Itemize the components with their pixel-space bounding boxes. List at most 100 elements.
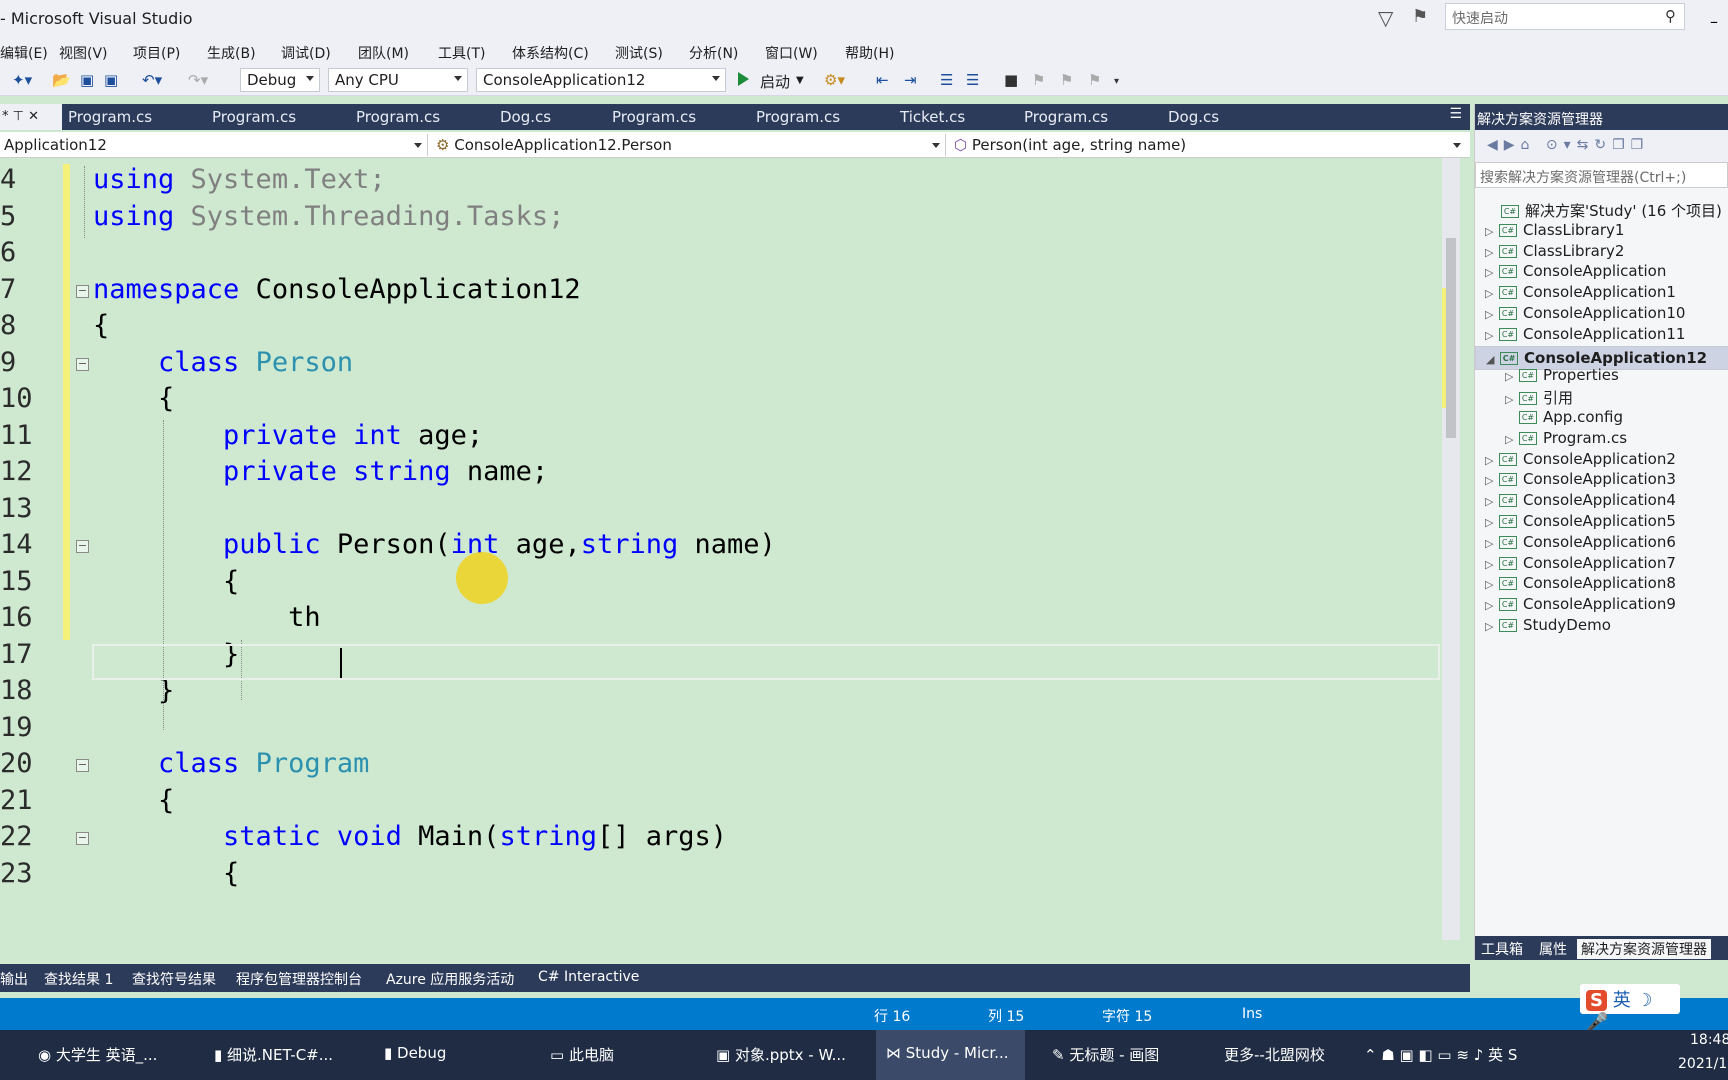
code-line[interactable]: namespace ConsoleApplication12 — [93, 274, 581, 305]
save-all-icon[interactable]: ▣ — [104, 71, 118, 89]
quick-launch-input[interactable]: 快速启动 ⚲ — [1445, 3, 1685, 30]
feedback-icon[interactable]: ⚑ — [1412, 6, 1428, 27]
taskbar-folder[interactable]: ▮ 细说.NET-C#... — [214, 1044, 333, 1065]
menu-build[interactable]: 生成(B) — [207, 43, 256, 63]
tree-item[interactable]: ▷ C# Program.cs — [1505, 429, 1627, 447]
chevron-down-icon[interactable]: ▼ — [796, 75, 804, 86]
code-line[interactable]: th — [93, 602, 321, 633]
ime-toolbar[interactable]: S 英 ☽ 🎤 — [1580, 984, 1680, 1033]
clear-bookmarks-icon[interactable]: ⚑ — [1088, 71, 1101, 89]
tab-find-symbol[interactable]: 查找符号结果 — [132, 969, 216, 989]
tree-item[interactable]: ▷ C# ConsoleApplication4 — [1485, 491, 1676, 509]
menu-view[interactable]: 视图(V) — [59, 43, 108, 63]
collapse-icon[interactable]: − — [76, 284, 89, 298]
solution-explorer-toolbar[interactable]: ◀▶⌂ ⊙▾⇆↻❐❐ — [1475, 130, 1728, 162]
prev-bookmark-icon[interactable]: ⚑ — [1032, 71, 1045, 89]
collapse-icon[interactable]: − — [76, 357, 89, 371]
expand-arrow-icon[interactable]: ▷ — [1485, 620, 1499, 633]
tree-item[interactable]: C# 解决方案'Study' (16 个项目) — [1487, 200, 1722, 221]
expand-arrow-icon[interactable]: ▷ — [1505, 393, 1519, 406]
member-dropdown[interactable]: ⬡ Person(int age, string name) — [950, 134, 1466, 156]
tab-azure[interactable]: Azure 应用服务活动 — [386, 969, 514, 989]
open-icon[interactable]: 📂 — [52, 71, 71, 89]
tab-dog-cs[interactable]: Dog.cs — [1168, 108, 1219, 126]
expand-arrow-icon[interactable]: ▷ — [1505, 370, 1519, 383]
config-select[interactable]: Debug — [240, 68, 320, 92]
expand-arrow-icon[interactable]: ◢ — [1486, 353, 1500, 366]
menu-project[interactable]: 项目(P) — [133, 43, 180, 63]
next-bookmark-icon[interactable]: ⚑ — [1060, 71, 1073, 89]
menu-edit[interactable]: 编辑(E) — [0, 43, 48, 63]
scrollbar-thumb[interactable] — [1446, 238, 1456, 438]
indent-icon[interactable]: ☰ — [940, 71, 953, 89]
solution-search-input[interactable]: 搜索解决方案资源管理器(Ctrl+;) — [1475, 162, 1728, 188]
tree-item[interactable]: ▷ C# ConsoleApplication — [1485, 262, 1666, 280]
expand-arrow-icon[interactable]: ▷ — [1485, 599, 1499, 612]
collapse-icon[interactable]: − — [76, 832, 89, 845]
code-line[interactable]: public Person(int age,string name) — [93, 529, 776, 560]
tab-program-cs[interactable]: Program.cs — [356, 108, 440, 126]
expand-arrow-icon[interactable]: ▷ — [1485, 308, 1499, 321]
tree-item[interactable]: ▷ C# ConsoleApplication1 — [1485, 283, 1676, 301]
tab-find-results[interactable]: 查找结果 1 — [44, 969, 113, 989]
code-line[interactable]: using System.Threading.Tasks; — [93, 201, 564, 232]
tree-item[interactable]: ▷ C# Properties — [1505, 366, 1619, 384]
menu-window[interactable]: 窗口(W) — [765, 43, 818, 63]
menu-test[interactable]: 测试(S) — [615, 43, 663, 63]
code-line[interactable]: { — [93, 310, 109, 341]
tab-program-cs[interactable]: Program.cs — [756, 108, 840, 126]
tree-item[interactable]: ▷ C# ConsoleApplication3 — [1485, 470, 1676, 488]
tab-dog-cs[interactable]: Dog.cs — [500, 108, 551, 126]
menu-tools[interactable]: 工具(T) — [438, 43, 485, 63]
tree-item[interactable]: ▷ C# ConsoleApplication6 — [1485, 533, 1676, 551]
search-icon[interactable]: ⚲ — [1665, 7, 1676, 25]
menu-analyze[interactable]: 分析(N) — [689, 43, 738, 63]
expand-arrow-icon[interactable]: ▷ — [1485, 287, 1499, 300]
code-line[interactable]: using System.Text; — [93, 164, 386, 195]
tab-program-cs[interactable]: Program.cs — [68, 108, 152, 126]
expand-arrow-icon[interactable]: ▷ — [1485, 454, 1499, 467]
taskbar-edge[interactable]: ◉ 大学生 英语_... — [38, 1044, 157, 1065]
code-line[interactable]: { — [93, 785, 174, 816]
step-over-icon[interactable]: ⇥ — [904, 71, 917, 89]
start-button[interactable]: 启动 — [760, 71, 790, 92]
tab-toolbox[interactable]: 工具箱 — [1481, 939, 1523, 959]
menu-team[interactable]: 团队(M) — [358, 43, 409, 63]
tree-item[interactable]: ▷ C# ConsoleApplication9 — [1485, 595, 1676, 613]
menu-architecture[interactable]: 体系结构(C) — [512, 43, 589, 63]
tab-package-console[interactable]: 程序包管理器控制台 — [236, 969, 362, 989]
taskbar-pptx[interactable]: ▣ 对象.pptx - W... — [716, 1044, 846, 1065]
tree-item[interactable]: C# App.config — [1505, 408, 1623, 426]
browse-icon[interactable]: ⚙▾ — [824, 71, 845, 89]
tab-program-cs[interactable]: Program.cs — [612, 108, 696, 126]
tray-icons[interactable]: ⌃ ☗ ▣ ◧ ▭ ≋ ♪ 英 S — [1364, 1044, 1517, 1065]
expand-arrow-icon[interactable]: ▷ — [1485, 225, 1499, 238]
startup-project-select[interactable]: ConsoleApplication12 — [476, 68, 726, 92]
code-line[interactable]: { — [93, 383, 174, 414]
tree-item[interactable]: ▷ C# ConsoleApplication7 — [1485, 554, 1676, 572]
code-line[interactable]: static void Main(string[] args) — [93, 821, 727, 852]
code-line[interactable]: private int age; — [93, 420, 483, 451]
code-line[interactable]: private string name; — [93, 456, 548, 487]
menu-debug[interactable]: 调试(D) — [281, 43, 331, 63]
taskbar-debug-folder[interactable]: ▮ Debug — [384, 1044, 446, 1062]
project-dropdown[interactable]: Application12 — [0, 134, 428, 156]
tree-item[interactable]: ▷ C# ConsoleApplication11 — [1485, 325, 1685, 343]
taskbar-more[interactable]: 更多--北盟网校 — [1224, 1044, 1325, 1065]
bookmark-icon[interactable]: ■ — [1004, 71, 1018, 89]
expand-arrow-icon[interactable]: ▷ — [1485, 474, 1499, 487]
tree-item[interactable]: ▷ C# ConsoleApplication10 — [1485, 304, 1685, 322]
code-line[interactable]: class Person — [93, 347, 353, 378]
expand-arrow-icon[interactable]: ▷ — [1485, 537, 1499, 550]
new-project-icon[interactable]: ✦▾ — [12, 71, 32, 89]
tree-item[interactable]: ▷ C# 引用 — [1505, 387, 1573, 408]
expand-arrow-icon[interactable]: ▷ — [1485, 495, 1499, 508]
taskbar-paint[interactable]: ✎ 无标题 - 画图 — [1052, 1044, 1159, 1065]
outdent-icon[interactable]: ☰ — [966, 71, 979, 89]
tab-active[interactable]: * ⊤ ✕ — [0, 104, 62, 130]
tree-item[interactable]: ▷ C# ClassLibrary1 — [1485, 221, 1624, 239]
start-icon[interactable] — [738, 72, 749, 86]
class-dropdown[interactable]: ⚙ ConsoleApplication12.Person — [432, 134, 946, 156]
code-line[interactable]: { — [93, 566, 239, 597]
tab-csharp-interactive[interactable]: C# Interactive — [538, 969, 639, 985]
